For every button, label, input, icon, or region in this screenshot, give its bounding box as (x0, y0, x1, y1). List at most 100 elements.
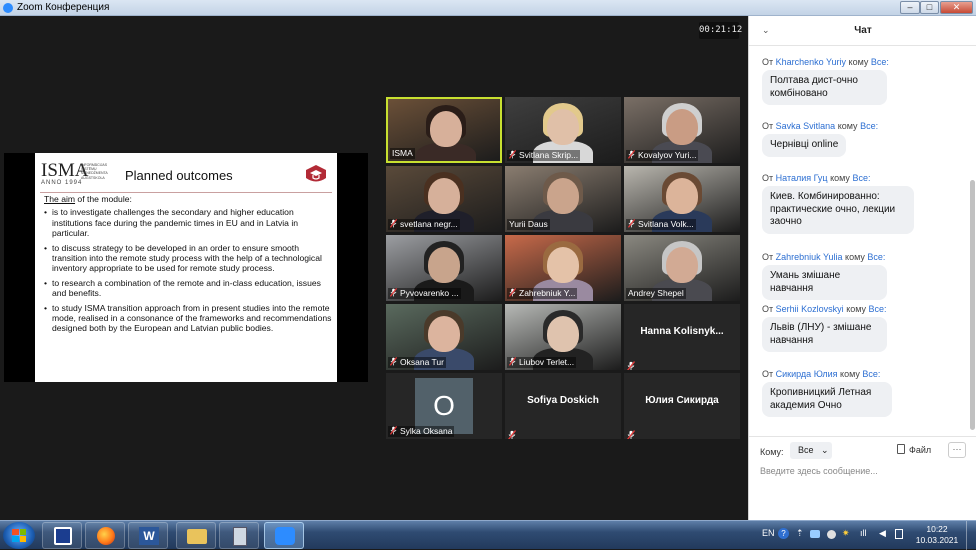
participant-tile[interactable]: O Sylka Oksana (386, 373, 502, 439)
participant-name: Svitlana Volk... (638, 219, 694, 229)
to-word: кому (830, 173, 850, 183)
word-icon: W (139, 527, 159, 545)
close-button[interactable]: ✕ (940, 1, 973, 14)
participant-tile[interactable]: Kovalyov Yuri... (624, 97, 740, 163)
message-bubble: Киев. Комбинированно: практические очно,… (762, 186, 914, 234)
muted-mic-icon (508, 357, 517, 366)
participant-tile[interactable]: Zahrebniuk Y... (505, 235, 621, 301)
participant-name: Kovalyov Yuri... (638, 150, 697, 160)
media-icon (54, 527, 72, 545)
chat-message: От Serhii Kozlovskyi кому Все: Львів (ЛНУ… (762, 304, 887, 352)
sender-name[interactable]: Zahrebniuk Yulia (776, 252, 843, 262)
slide-body: The aim of the module: is to investigate… (44, 194, 332, 338)
slide-bullet: to study ISMA transition approach from i… (44, 303, 332, 334)
participant-tile[interactable]: Svitlana Skrip... (505, 97, 621, 163)
scrollbar-thumb[interactable] (970, 180, 975, 430)
participant-tile[interactable]: Svitlana Volk... (624, 166, 740, 232)
monitor-icon[interactable] (810, 530, 820, 538)
recipient-name[interactable]: Все: (852, 173, 870, 183)
message-bubble: Кропивницкий Летная академия Очно (762, 382, 892, 417)
sender-name[interactable]: Наталия Гуц (776, 173, 828, 183)
language-indicator[interactable]: EN (762, 528, 775, 538)
maximize-button[interactable]: □ (920, 1, 939, 14)
participant-name-label: Svitlana Volk... (626, 219, 696, 230)
chat-input[interactable]: Введите здесь сообщение... (760, 466, 965, 476)
participant-name-centered: Юлия Сикирда (645, 395, 719, 406)
start-button[interactable] (3, 522, 35, 549)
signal-icon[interactable]: ıll (860, 528, 867, 538)
help-icon[interactable]: ? (778, 528, 789, 539)
network-icon[interactable]: ⇡ (796, 528, 804, 539)
battery-icon[interactable] (895, 529, 903, 539)
participant-tile[interactable]: Юлия Сикирда (624, 373, 740, 439)
more-options-button[interactable]: ··· (948, 442, 966, 458)
volume-icon[interactable]: ◀ (879, 528, 886, 539)
participant-name: Sylka Oksana (400, 426, 453, 436)
participant-tile[interactable]: Liubov Terlet... (505, 304, 621, 370)
participant-tile[interactable]: Sofiya Doskich (505, 373, 621, 439)
taskbar-media-app[interactable] (42, 522, 82, 549)
windows-taskbar: W EN ? ⇡ ✷ ıll ◀ 10:22 10.03.2021 (0, 520, 976, 550)
participant-name: Yurii Daus (509, 219, 548, 229)
participant-name-label: Pyvovarenko ... (388, 288, 461, 299)
participant-tile[interactable]: ISMA (386, 97, 502, 163)
to-word: кому (845, 252, 865, 262)
participant-tile[interactable]: Pyvovarenko ... (386, 235, 502, 301)
taskbar-explorer[interactable] (176, 522, 216, 549)
message-meta: От Сикирда Юлия кому Все: (762, 369, 892, 379)
file-icon (897, 444, 905, 454)
file-button[interactable]: Файл (897, 443, 931, 458)
sender-name[interactable]: Kharchenko Yuriy (776, 57, 846, 67)
file-label: Файл (909, 445, 932, 455)
muted-mic-icon (389, 426, 398, 435)
chat-compose: Кому: Все ⌄ Файл ··· Введите здесь сообще… (749, 436, 976, 520)
message-meta: От Kharchenko Yuriy кому Все: (762, 57, 889, 67)
muted-mic-icon (389, 219, 398, 228)
slide-bullet: to discuss strategy to be developed in a… (44, 243, 332, 274)
recipient-name[interactable]: Все: (867, 252, 885, 262)
clock-time: 10:22 (926, 524, 948, 534)
recipient-name[interactable]: Все: (862, 369, 880, 379)
message-bubble: Чернівці online (762, 134, 847, 157)
to-word: кому (848, 57, 869, 67)
chat-message: От Zahrebniuk Yulia кому Все: Умань зміша… (762, 252, 887, 300)
sun-icon[interactable]: ✷ (842, 528, 850, 539)
show-desktop-button[interactable] (966, 521, 976, 550)
chat-panel: ⌄ Чат От Kharchenko Yuriy кому Все: Полта… (748, 16, 976, 520)
slide-title: Planned outcomes (125, 168, 233, 183)
taskbar-zoom[interactable] (264, 522, 304, 549)
participant-name-label: Liubov Terlet... (507, 357, 577, 368)
intro-underlined: The aim (44, 194, 76, 204)
meeting-timer: 00:21:12 (699, 22, 742, 39)
participant-tile[interactable]: Yurii Daus (505, 166, 621, 232)
participant-tile[interactable]: svetlana negr... (386, 166, 502, 232)
recipient-name[interactable]: Все: (869, 304, 887, 314)
participant-name: ISMA (392, 148, 413, 158)
muted-mic-icon (627, 358, 636, 370)
recipient-value: Все (798, 445, 814, 455)
chevron-down-icon: ⌄ (821, 445, 829, 455)
recipient-select[interactable]: Все ⌄ (790, 442, 832, 459)
chat-messages: От Kharchenko Yuriy кому Все: Полтава дис… (749, 49, 969, 431)
sender-name[interactable]: Savka Svitlana (776, 121, 836, 131)
app-tray-icon[interactable] (827, 530, 836, 539)
participant-tile[interactable]: Hanna Kolisnyk... (624, 304, 740, 370)
minimize-button[interactable]: – (900, 1, 920, 14)
message-meta: От Zahrebniuk Yulia кому Все: (762, 252, 887, 262)
sender-name[interactable]: Serhii Kozlovskyi (776, 304, 844, 314)
sender-name[interactable]: Сикирда Юлия (776, 369, 838, 379)
recipient-name[interactable]: Все: (860, 121, 878, 131)
to-word: кому (846, 304, 867, 314)
muted-mic-icon (508, 150, 517, 159)
participant-tile[interactable]: Oksana Tur (386, 304, 502, 370)
recipient-name[interactable]: Все: (871, 57, 889, 67)
participant-name-label: Andrey Shepel (626, 288, 686, 299)
participant-name-label: Zahrebniuk Y... (507, 288, 578, 299)
system-clock[interactable]: 10:22 10.03.2021 (915, 524, 959, 546)
taskbar-firefox[interactable] (85, 522, 125, 549)
taskbar-word[interactable]: W (128, 522, 168, 549)
participant-tile[interactable]: Andrey Shepel (624, 235, 740, 301)
clock-date: 10.03.2021 (915, 535, 959, 545)
chat-scrollbar[interactable] (970, 50, 975, 430)
taskbar-calculator[interactable] (219, 522, 259, 549)
